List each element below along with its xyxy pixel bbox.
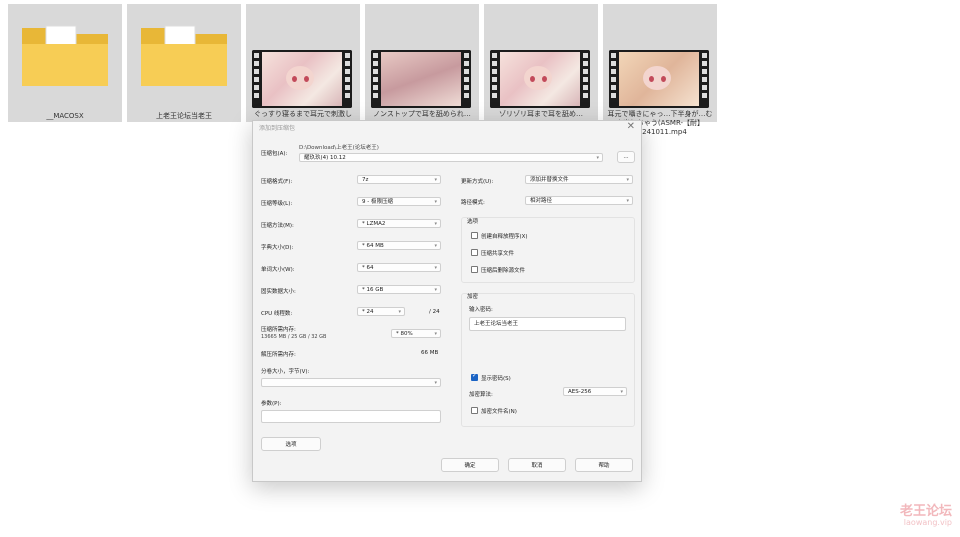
delete-after-checkbox[interactable]: [471, 266, 478, 273]
sfx-label: 创建自释放程序(X): [481, 234, 528, 240]
close-icon[interactable]: ✕: [627, 121, 635, 132]
chevron-down-icon: ▾: [434, 243, 437, 249]
file-tile-video-3[interactable]: ゾリゾリ耳まで耳を舐め…: [484, 4, 598, 122]
file-tile-video-2[interactable]: ノンストップで耳を舐められ…: [365, 4, 479, 122]
chevron-down-icon: ▾: [434, 331, 437, 337]
unmem-label: 解压所需内存:: [261, 352, 296, 358]
params-label: 参数(P):: [261, 401, 282, 407]
word-label: 单词大小(W):: [261, 267, 295, 273]
options-button[interactable]: 选项: [261, 437, 321, 451]
file-tile-label: ゾリゾリ耳まで耳を舐め…: [499, 110, 583, 118]
video-thumbnail: [252, 50, 352, 108]
cpu-value: * 24: [362, 309, 374, 315]
format-value: 7z: [362, 177, 369, 183]
chevron-down-icon: ▾: [626, 177, 629, 183]
file-tile-label: __MACOSX: [46, 112, 84, 120]
video-thumbnail: [371, 50, 471, 108]
encrypt-names-checkbox[interactable]: [471, 407, 478, 414]
unmem-value: 66 MB: [421, 350, 439, 356]
enc-method-value: AES-256: [568, 389, 592, 395]
archive-path: D:\Download\上老王(论坛老王): [299, 145, 379, 151]
sfx-checkbox[interactable]: [471, 232, 478, 239]
cpu-label: CPU 线程数:: [261, 311, 293, 317]
password-label: 输入密码:: [469, 307, 493, 313]
watermark-title: 老王论坛: [899, 504, 952, 519]
cpu-total: / 24: [429, 309, 440, 315]
dict-label: 字典大小(D):: [261, 245, 294, 251]
solid-value: * 16 GB: [362, 287, 384, 293]
shared-files-label: 压缩共享文件: [481, 251, 515, 257]
chevron-down-icon: ▾: [434, 199, 437, 205]
file-tile-video-4[interactable]: 耳元で囁きにゃっ…下半身が…むき出しちゃう(ASMR-【耐】20241011.m…: [603, 4, 717, 136]
chevron-down-icon: ▾: [434, 177, 437, 183]
chevron-down-icon: ▾: [596, 155, 599, 161]
dialog-title: 添加到压缩包: [259, 125, 296, 132]
shared-files-checkbox[interactable]: [471, 249, 478, 256]
path-mode-label: 路径模式:: [461, 200, 485, 206]
chevron-down-icon: ▾: [626, 198, 629, 204]
update-value: 添加并替换文件: [530, 177, 569, 183]
chevron-down-icon: ▾: [620, 389, 623, 395]
archive-name-value: 耀玖玖(4) 10.12: [304, 155, 346, 161]
file-tile-folder-laowang[interactable]: 上老王论坛当老王: [127, 4, 241, 122]
word-value: * 64: [362, 265, 374, 271]
cpu-select[interactable]: * 24 ▾: [357, 307, 405, 316]
help-button[interactable]: 帮助: [575, 458, 633, 472]
path-mode-select[interactable]: 相对路径 ▾: [525, 196, 633, 205]
update-label: 更新方式(U):: [461, 179, 494, 185]
dict-select[interactable]: * 64 MB ▾: [357, 241, 441, 250]
archive-label: 压缩包(A):: [261, 151, 288, 157]
delete-after-label: 压缩后删除源文件: [481, 268, 526, 274]
enc-method-select[interactable]: AES-256 ▾: [563, 387, 627, 396]
word-select[interactable]: * 64 ▾: [357, 263, 441, 272]
mem-select[interactable]: * 80% ▾: [391, 329, 441, 338]
password-input[interactable]: 上老王论坛当老王: [469, 317, 626, 331]
show-password-checkbox[interactable]: [471, 372, 478, 381]
add-to-archive-dialog: 添加到压缩包 ✕ 压缩包(A): D:\Download\上老王(论坛老王) 耀…: [252, 120, 642, 482]
options-group-label: 选项: [467, 219, 479, 225]
dict-value: * 64 MB: [362, 243, 384, 249]
archive-name-combobox[interactable]: 耀玖玖(4) 10.12 ▾: [299, 153, 603, 162]
chevron-down-icon: ▾: [434, 287, 437, 293]
level-value: 9 - 极限压缩: [362, 199, 393, 205]
video-thumbnail: [490, 50, 590, 108]
chevron-down-icon: ▾: [434, 265, 437, 271]
level-select[interactable]: 9 - 极限压缩 ▾: [357, 197, 441, 206]
mem-sub: 13665 MB / 25 GB / 32 GB: [261, 334, 327, 340]
encrypt-names-label: 加密文件名(N): [481, 409, 517, 415]
mem-label: 压缩所需内存:: [261, 327, 296, 333]
file-tile-video-1[interactable]: ぐっすり寝るまで耳元で刺激して…: [246, 4, 360, 127]
ok-button[interactable]: 确定: [441, 458, 499, 472]
enc-method-label: 加密算法:: [469, 392, 493, 398]
chevron-down-icon: ▾: [398, 309, 401, 315]
path-mode-value: 相对路径: [530, 198, 553, 204]
cancel-button[interactable]: 取消: [508, 458, 566, 472]
file-tile-macosx[interactable]: __MACOSX: [8, 4, 122, 122]
method-select[interactable]: * LZMA2 ▾: [357, 219, 441, 228]
method-label: 压缩方法(M):: [261, 223, 294, 229]
watermark-url: laowang.vip: [903, 518, 952, 527]
file-tile-label: 上老王论坛当老王: [156, 112, 212, 120]
format-label: 压缩格式(F):: [261, 179, 293, 185]
split-combobox[interactable]: ▾: [261, 378, 441, 387]
file-tile-label: ノンストップで耳を舐められ…: [373, 110, 471, 118]
folder-icon: [22, 25, 108, 86]
video-thumbnail: [609, 50, 709, 108]
mem-value: * 80%: [396, 331, 413, 337]
browse-button[interactable]: ...: [617, 151, 635, 163]
chevron-down-icon: ▾: [434, 380, 437, 386]
encryption-group-label: 加密: [467, 294, 479, 300]
folder-icon: [141, 25, 227, 86]
params-input[interactable]: [261, 410, 441, 423]
solid-select[interactable]: * 16 GB ▾: [357, 285, 441, 294]
update-select[interactable]: 添加并替换文件 ▾: [525, 175, 633, 184]
level-label: 压缩等级(L):: [261, 201, 293, 207]
solid-label: 固实数据大小:: [261, 289, 296, 295]
method-value: * LZMA2: [362, 221, 386, 227]
show-password-label: 显示密码(S): [481, 376, 511, 382]
format-select[interactable]: 7z ▾: [357, 175, 441, 184]
split-label: 分卷大小，字节(V):: [261, 369, 310, 375]
chevron-down-icon: ▾: [434, 221, 437, 227]
